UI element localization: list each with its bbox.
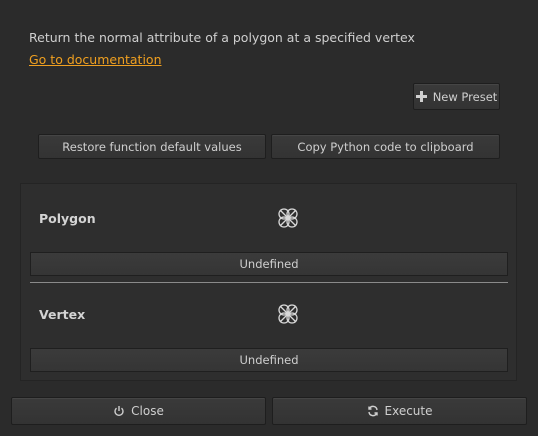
- execute-button[interactable]: Execute: [272, 397, 527, 425]
- plus-icon: [415, 91, 427, 102]
- polygon-value-button[interactable]: Undefined: [30, 252, 508, 276]
- function-description: Return the normal attribute of a polygon…: [29, 30, 415, 45]
- vertex-label: Vertex: [39, 307, 86, 322]
- new-preset-button[interactable]: New Preset: [413, 83, 500, 110]
- parameters-panel: Polygon Undefined Vertex Undefined: [20, 183, 517, 381]
- vertex-value-button[interactable]: Undefined: [30, 348, 508, 372]
- copy-python-button[interactable]: Copy Python code to clipboard: [271, 134, 500, 159]
- polygon-label: Polygon: [39, 211, 96, 226]
- new-preset-label: New Preset: [432, 89, 498, 104]
- execute-label: Execute: [384, 404, 433, 418]
- restore-defaults-button[interactable]: Restore function default values: [38, 134, 266, 159]
- documentation-link[interactable]: Go to documentation: [29, 52, 162, 67]
- power-icon: [113, 405, 125, 417]
- node-picker-icon[interactable]: [277, 303, 299, 325]
- close-label: Close: [131, 404, 164, 418]
- close-button[interactable]: Close: [11, 397, 266, 425]
- refresh-icon: [367, 405, 379, 417]
- parameter-divider: [30, 282, 508, 283]
- node-picker-icon[interactable]: [277, 207, 299, 229]
